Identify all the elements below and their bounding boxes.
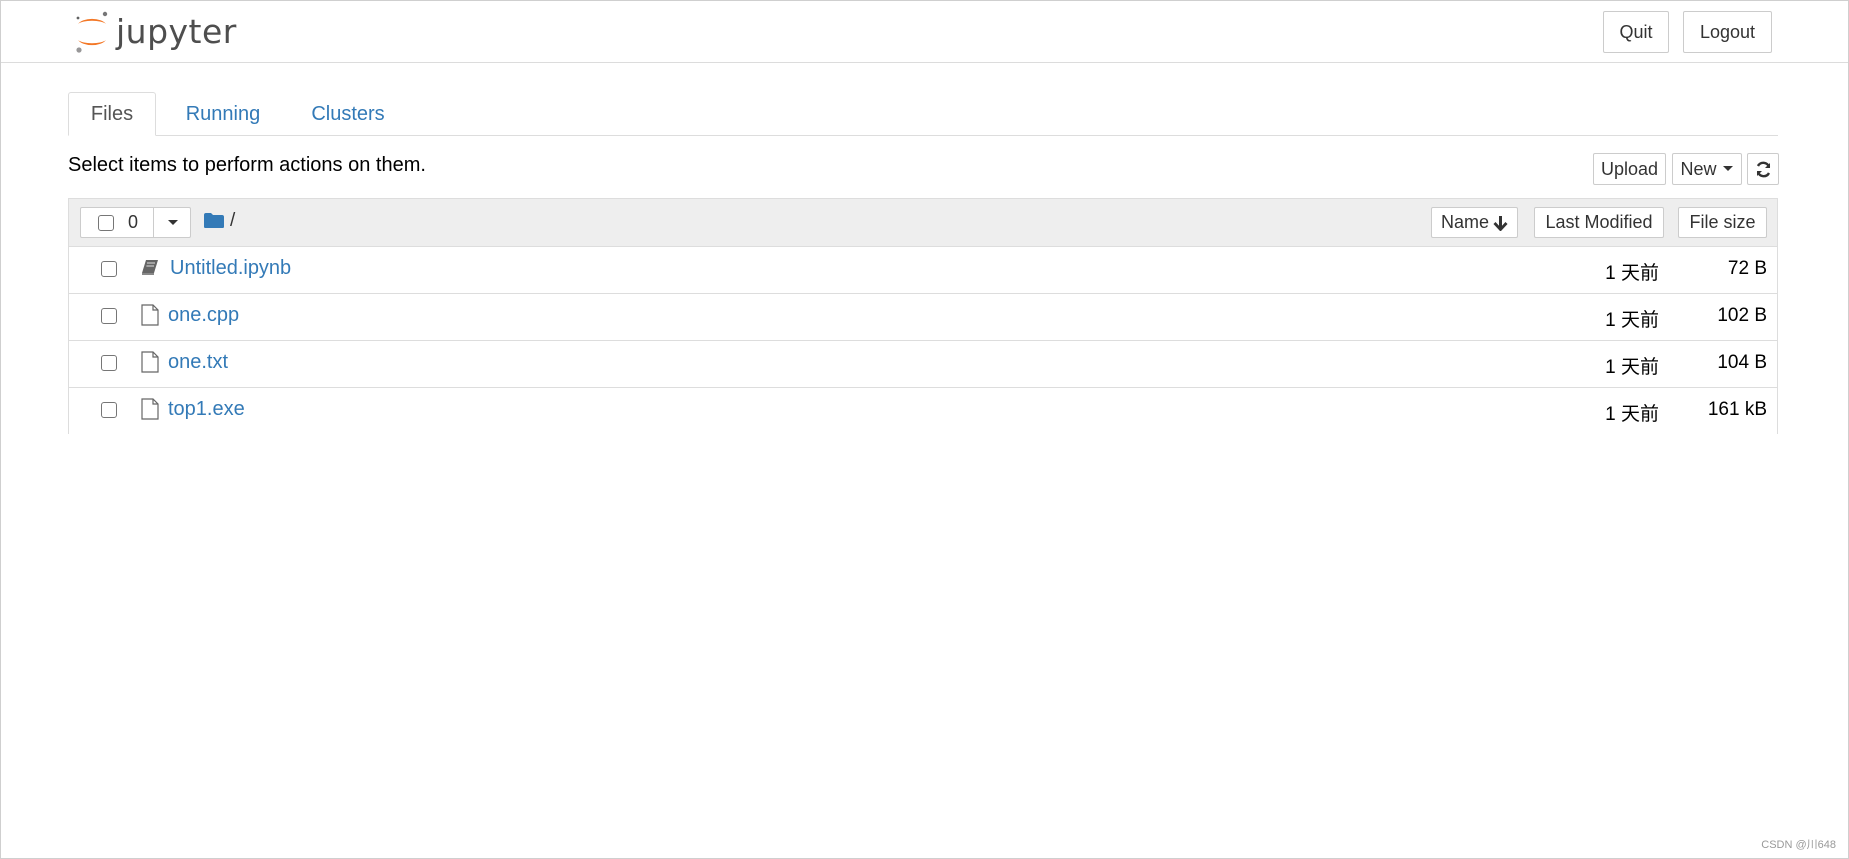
selection-hint: Select items to perform actions on them.	[68, 154, 426, 176]
file-link[interactable]: one.cpp	[168, 304, 239, 327]
select-all-group: 0	[80, 207, 191, 238]
last-modified: 1 天前	[1605, 357, 1659, 378]
file-icon	[141, 351, 159, 373]
sort-name-button[interactable]: Name	[1431, 207, 1518, 238]
new-label: New	[1680, 158, 1717, 179]
top-header: jupyter Quit Logout	[1, 1, 1848, 63]
folder-icon[interactable]	[204, 212, 224, 229]
file-size: 161 kB	[1707, 399, 1767, 420]
row-checkbox[interactable]	[101, 261, 117, 277]
list-item[interactable]: top1.exe 1 天前 161 kB	[69, 388, 1777, 434]
sort-name-label: Name	[1440, 212, 1489, 232]
file-list: 0 / Name Last Modified File size Untitle…	[68, 198, 1778, 434]
row-checkbox[interactable]	[101, 308, 117, 324]
select-all-checkbox[interactable]	[98, 215, 114, 231]
list-item[interactable]: one.txt 1 天前 104 B	[69, 341, 1777, 388]
current-path[interactable]: /	[230, 210, 235, 232]
new-dropdown-button[interactable]: New	[1672, 153, 1742, 185]
last-modified: 1 天前	[1605, 263, 1659, 284]
list-header: 0 / Name Last Modified File size	[69, 199, 1777, 247]
upload-button[interactable]: Upload	[1593, 153, 1666, 185]
list-item[interactable]: Untitled.ipynb 1 天前 72 B	[69, 247, 1777, 294]
tab-files[interactable]: Files	[68, 92, 156, 136]
refresh-icon	[1756, 161, 1770, 177]
list-item[interactable]: one.cpp 1 天前 102 B	[69, 294, 1777, 341]
file-icon	[141, 304, 159, 326]
file-size: 104 B	[1717, 352, 1767, 373]
caret-down-icon	[1722, 166, 1733, 171]
caret-down-icon	[167, 219, 178, 225]
tab-running[interactable]: Running	[168, 92, 278, 136]
jupyter-logo-icon	[76, 11, 108, 53]
file-link[interactable]: one.txt	[168, 351, 228, 374]
file-link[interactable]: Untitled.ipynb	[170, 257, 291, 280]
row-checkbox[interactable]	[101, 402, 117, 418]
file-size: 102 B	[1717, 305, 1767, 326]
tab-clusters[interactable]: Clusters	[290, 92, 406, 136]
file-link[interactable]: top1.exe	[168, 398, 245, 421]
sort-last-modified-button[interactable]: Last Modified	[1534, 207, 1664, 238]
jupyter-logo[interactable]: jupyter	[74, 10, 237, 54]
last-modified: 1 天前	[1605, 404, 1659, 425]
logout-button[interactable]: Logout	[1683, 11, 1772, 53]
arrow-down-icon	[1493, 215, 1508, 231]
selection-dropdown[interactable]	[153, 208, 191, 237]
notebook-icon	[142, 260, 158, 275]
file-icon	[141, 398, 159, 420]
tab-bar: Files Running Clusters	[68, 92, 1778, 136]
selected-count: 0	[128, 212, 139, 232]
refresh-button[interactable]	[1747, 153, 1779, 185]
watermark-text: CSDN @川648	[1761, 839, 1836, 851]
row-checkbox[interactable]	[101, 355, 117, 371]
sort-file-size-button[interactable]: File size	[1678, 207, 1767, 238]
logo-text: jupyter	[116, 12, 237, 51]
quit-button[interactable]: Quit	[1603, 11, 1669, 53]
file-size: 72 B	[1727, 258, 1767, 279]
last-modified: 1 天前	[1605, 310, 1659, 331]
